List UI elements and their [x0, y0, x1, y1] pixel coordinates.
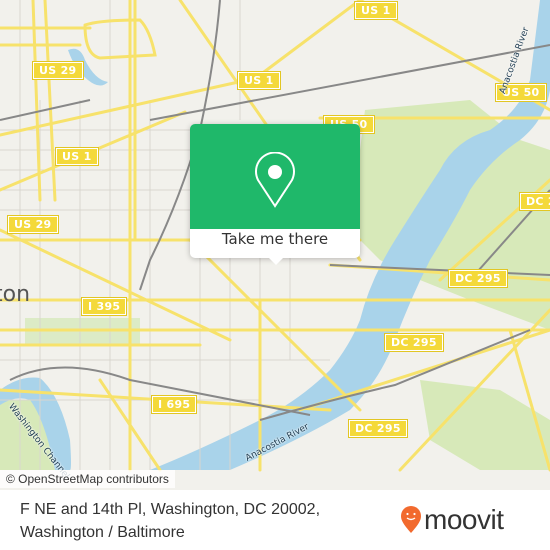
- road-shield: DC 2: [519, 192, 550, 211]
- map-canvas[interactable]: US 1 US 29 US 1 US 1 US 50 US 50 US 29 D…: [0, 0, 550, 490]
- map-pin-icon: [255, 152, 295, 208]
- road-shield: DC 295: [348, 419, 408, 438]
- park-area: [420, 380, 550, 470]
- address: F NE and 14th Pl, Washington, DC 20002, …: [20, 498, 320, 544]
- popup-header: [190, 124, 360, 229]
- road-shield: DC 295: [448, 269, 508, 288]
- road-shield: US 1: [55, 147, 99, 166]
- location-popup[interactable]: Take me there: [190, 124, 360, 265]
- address-line-2: Washington / Baltimore: [20, 524, 185, 541]
- road-shield: US 1: [354, 1, 398, 20]
- road-shield: I 695: [150, 395, 198, 414]
- moovit-logo[interactable]: moovit: [400, 504, 504, 536]
- moovit-pin-icon: [401, 506, 421, 533]
- road-shield: I 395: [80, 297, 128, 316]
- road-shield: US 29: [7, 215, 59, 234]
- road-shield: US 29: [32, 61, 84, 80]
- map-attribution[interactable]: © OpenStreetMap contributors: [0, 470, 175, 488]
- road-shield: DC 295: [384, 333, 444, 352]
- brand-name: moovit: [424, 504, 504, 535]
- city-label: ton: [0, 282, 31, 307]
- take-me-there-button[interactable]: Take me there: [190, 230, 360, 248]
- address-line-1: F NE and 14th Pl, Washington, DC 20002,: [20, 501, 321, 518]
- road-shield: US 1: [237, 71, 281, 90]
- footer: F NE and 14th Pl, Washington, DC 20002, …: [0, 490, 550, 550]
- popup-tail: [268, 257, 284, 265]
